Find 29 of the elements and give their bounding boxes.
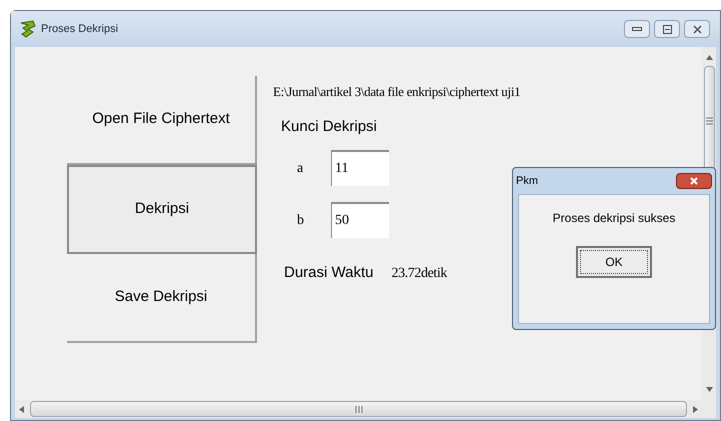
app-icon	[19, 20, 37, 38]
dialog-close-button[interactable]	[676, 173, 712, 189]
dialog-message: Proses dekripsi sukses	[552, 210, 676, 227]
grip-icon	[706, 117, 712, 125]
key-label: Kunci Dekripsi	[281, 116, 378, 136]
action-button[interactable]: Save Dekripsi	[67, 254, 257, 343]
input-field[interactable]: 11	[331, 150, 389, 186]
file-path-text: E:\Jurnal\artikel 3\data file enkripsi\ciphertext uji1	[273, 83, 520, 101]
close-button[interactable]	[684, 20, 710, 38]
close-icon	[690, 177, 698, 185]
scroll-right-icon	[693, 406, 698, 412]
minimize-button[interactable]	[624, 20, 650, 38]
duration-value: 23.72detik	[391, 264, 447, 283]
close-icon	[692, 24, 702, 34]
grip-icon	[354, 406, 362, 412]
maximize-button[interactable]	[654, 20, 680, 38]
maximize-icon	[662, 24, 672, 34]
window-title: Proses Dekripsi	[41, 22, 118, 37]
scroll-left-icon	[19, 406, 24, 412]
input-field[interactable]: 50	[331, 202, 389, 238]
duration-label: Durasi Waktu	[284, 263, 374, 283]
dialog-title: Pkm	[516, 174, 538, 189]
action-button[interactable]: Dekripsi	[67, 165, 257, 254]
scroll-up-icon	[706, 55, 712, 60]
field-label: a	[297, 160, 304, 178]
scroll-down-icon	[706, 387, 712, 392]
minimize-icon	[632, 27, 642, 31]
field-label: b	[297, 212, 305, 230]
ok-button[interactable]: OK	[576, 246, 652, 278]
